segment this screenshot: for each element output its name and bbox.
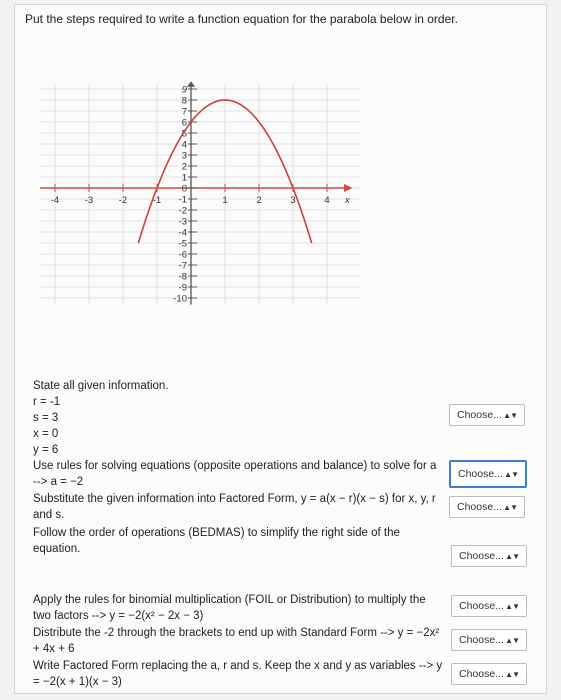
x-tick-label: 3 (290, 195, 295, 206)
select-label: Choose... (459, 634, 504, 646)
order-select-distribute[interactable]: Choose... ▲▼ (451, 629, 527, 651)
select-label: Choose... (458, 468, 503, 480)
y-tick-label: -4 (179, 228, 187, 239)
select-arrows-icon: ▲▼ (505, 669, 520, 679)
y-tick-label: -5 (179, 239, 187, 250)
step-solve-a: Use rules for solving equations (opposit… (33, 460, 437, 488)
y-tick-label: 1 (182, 173, 187, 184)
select-arrows-icon: ▲▼ (505, 551, 520, 561)
order-select-solve-a[interactable]: Choose... ▲▼ (449, 460, 527, 488)
y-tick-label: -3 (179, 217, 187, 228)
question-text: Put the steps required to write a functi… (25, 12, 458, 26)
x-tick-label: 4 (324, 195, 329, 206)
given-s: s = 3 (33, 412, 59, 424)
graph-grid (40, 83, 360, 304)
y-tick-label: -9 (179, 283, 187, 294)
x-tick-label: -2 (119, 195, 127, 206)
given-x: x = 0 (33, 428, 59, 440)
select-label: Choose... (457, 409, 502, 421)
select-arrows-icon: ▲▼ (504, 469, 519, 479)
x-tick-label: 1 (222, 195, 227, 206)
select-arrows-icon: ▲▼ (503, 502, 518, 512)
y-tick-label: 7 (182, 107, 187, 118)
select-label: Choose... (459, 550, 504, 562)
given-title: State all given information. (33, 380, 169, 392)
parabola-graph: 5-4-3-2-11234x9876543210-1-2-3-4-5-6-7-8… (40, 81, 360, 305)
y-tick-label: 0 (182, 184, 187, 195)
x-axis-arrow (344, 184, 353, 192)
select-arrows-icon: ▲▼ (503, 410, 518, 420)
select-arrows-icon: ▲▼ (505, 635, 520, 645)
order-select-factored-form[interactable]: Choose... ▲▼ (451, 663, 527, 685)
y-tick-label: -8 (179, 272, 187, 283)
given-y: y = 6 (33, 444, 59, 456)
step-substitute: Substitute the given information into Fa… (33, 493, 436, 521)
x-tick-label: 2 (256, 195, 261, 206)
y-tick-label: -2 (179, 206, 187, 217)
order-select-foil[interactable]: Choose... ▲▼ (451, 595, 527, 617)
x-tick-label: -3 (85, 195, 93, 206)
y-tick-label: 2 (182, 162, 187, 173)
order-select-given[interactable]: Choose... ▲▼ (449, 404, 525, 426)
step-bedmas: Follow the order of operations (BEDMAS) … (33, 527, 400, 555)
y-tick-label: 6 (182, 118, 187, 129)
step-distribute: Distribute the -2 through the brackets t… (33, 627, 440, 655)
y-tick-label: 8 (182, 96, 187, 107)
step-foil: Apply the rules for binomial multiplicat… (33, 594, 426, 622)
order-select-bedmas[interactable]: Choose... ▲▼ (451, 545, 527, 567)
y-axis-arrow (187, 81, 195, 87)
given-r: r = -1 (33, 396, 61, 408)
order-select-substitute[interactable]: Choose... ▲▼ (449, 496, 525, 518)
step-factored-form: Write Factored Form replacing the a, r a… (33, 660, 443, 688)
y-tick-label: -7 (179, 261, 187, 272)
select-label: Choose... (457, 501, 502, 513)
x-tick-label: -4 (51, 195, 59, 206)
y-tick-label: 4 (182, 140, 187, 151)
select-label: Choose... (459, 668, 504, 680)
y-tick-label: -10 (173, 294, 187, 305)
y-tick-label: -6 (179, 250, 187, 261)
y-tick-label: 3 (182, 151, 187, 162)
y-tick-label: -1 (179, 195, 187, 206)
select-arrows-icon: ▲▼ (505, 601, 520, 611)
select-label: Choose... (459, 600, 504, 612)
y-tick-label: 9 (182, 85, 188, 96)
x-tick-label: x (344, 195, 351, 206)
